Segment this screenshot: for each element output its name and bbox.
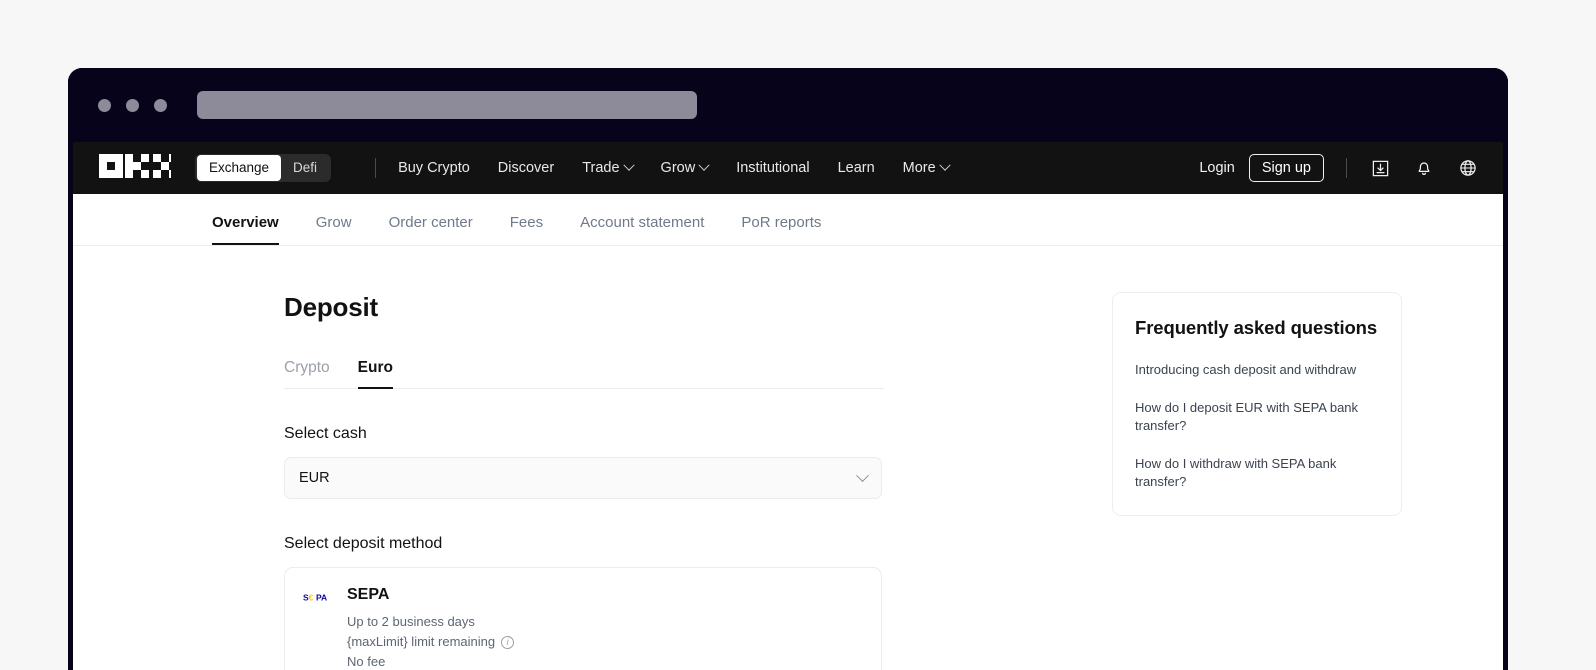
- currency-tabs: Crypto Euro: [284, 359, 884, 389]
- login-link[interactable]: Login: [1199, 160, 1234, 176]
- nav-link-more[interactable]: More: [902, 159, 951, 176]
- nav-link-label: More: [902, 160, 936, 176]
- tab-overview[interactable]: Overview: [212, 214, 279, 245]
- tab-grow[interactable]: Grow: [316, 214, 352, 245]
- faq-link-1[interactable]: Introducing cash deposit and withdraw: [1135, 361, 1379, 379]
- traffic-light-buttons: [98, 98, 167, 112]
- nav-link-label: Learn: [837, 160, 875, 176]
- okx-top-nav: Exchange Defi Buy Crypto Discover Trade: [73, 142, 1503, 194]
- nav-link-label: Trade: [582, 160, 620, 176]
- select-cash-value: EUR: [299, 470, 330, 486]
- toggle-defi[interactable]: Defi: [281, 155, 329, 181]
- faq-card: Frequently asked questions Introducing c…: [1112, 292, 1402, 516]
- deposit-method-duration: Up to 2 business days: [347, 612, 514, 632]
- nav-divider-right: [1346, 158, 1347, 178]
- browser-chrome-bar: [68, 68, 1508, 142]
- nav-link-label: Institutional: [736, 160, 810, 176]
- svg-text:€: €: [309, 593, 314, 603]
- deposit-method-limit: {maxLimit} limit remaining i: [347, 632, 515, 652]
- tab-account-statement[interactable]: Account statement: [580, 214, 704, 245]
- select-deposit-method-label: Select deposit method: [284, 535, 443, 552]
- currency-tab-euro[interactable]: Euro: [357, 359, 393, 389]
- chevron-down-icon: [698, 159, 710, 171]
- bell-icon[interactable]: [1413, 157, 1435, 179]
- nav-right-cluster: Login Sign up: [1199, 154, 1479, 182]
- page-body: Deposit Crypto Euro Select cash EUR Sele…: [73, 246, 1503, 670]
- chevron-down-icon: [939, 159, 951, 171]
- info-icon[interactable]: i: [501, 635, 515, 649]
- exchange-defi-toggle[interactable]: Exchange Defi: [195, 154, 332, 182]
- chevron-down-icon: [856, 468, 869, 482]
- nav-link-learn[interactable]: Learn: [838, 160, 875, 176]
- nav-links: Buy Crypto Discover Trade Grow Instituti…: [398, 159, 951, 176]
- nav-link-discover[interactable]: Discover: [498, 160, 554, 176]
- deposit-method-option-sepa[interactable]: S € PA SEPA Up to 2 business days {maxLi…: [284, 567, 882, 670]
- chevron-down-icon: [622, 159, 635, 171]
- faq-title: Frequently asked questions: [1135, 317, 1378, 338]
- select-cash-dropdown[interactable]: EUR: [284, 457, 882, 499]
- faq-link-2[interactable]: How do I deposit EUR with SEPA bank tran…: [1135, 399, 1379, 435]
- maximize-window-button[interactable]: [154, 98, 167, 112]
- sidebar-column: Frequently asked questions Introducing c…: [1112, 292, 1402, 670]
- screenshot-root: Exchange Defi Buy Crypto Discover Trade: [0, 0, 1596, 670]
- page-viewport: Exchange Defi Buy Crypto Discover Trade: [73, 142, 1503, 670]
- nav-divider-left: [375, 158, 377, 178]
- tab-order-center[interactable]: Order center: [389, 214, 473, 245]
- nav-link-institutional[interactable]: Institutional: [736, 160, 809, 176]
- faq-link-3[interactable]: How do I withdraw with SEPA bank transfe…: [1135, 455, 1379, 491]
- download-icon[interactable]: [1369, 157, 1391, 179]
- nav-link-trade[interactable]: Trade: [582, 159, 635, 176]
- tab-fees[interactable]: Fees: [510, 214, 543, 245]
- currency-tab-crypto[interactable]: Crypto: [284, 359, 330, 389]
- sepa-logo-icon: S € PA: [303, 591, 333, 605]
- browser-window: Exchange Defi Buy Crypto Discover Trade: [68, 68, 1508, 670]
- globe-icon[interactable]: [1457, 157, 1479, 179]
- nav-link-buy-crypto[interactable]: Buy Crypto: [398, 160, 470, 176]
- main-column: Deposit Crypto Euro Select cash EUR Sele…: [284, 292, 984, 670]
- deposit-method-name: SEPA: [347, 586, 390, 603]
- limit-text: {maxLimit} limit remaining: [347, 634, 496, 649]
- secondary-tab-bar: Overview Grow Order center Fees Account …: [73, 194, 1503, 246]
- deposit-method-fee: No fee: [347, 652, 514, 670]
- svg-text:PA: PA: [316, 593, 327, 603]
- nav-link-label: Buy Crypto: [398, 160, 470, 176]
- tab-por-reports[interactable]: PoR reports: [741, 214, 821, 245]
- minimize-window-button[interactable]: [126, 98, 139, 112]
- close-window-button[interactable]: [98, 98, 111, 112]
- nav-link-grow[interactable]: Grow: [660, 159, 710, 176]
- fee-text: No fee: [347, 654, 386, 669]
- nav-link-label: Discover: [497, 160, 555, 176]
- toggle-exchange[interactable]: Exchange: [197, 155, 282, 181]
- nav-link-label: Grow: [660, 160, 696, 176]
- signup-button[interactable]: Sign up: [1248, 154, 1324, 182]
- duration-text: Up to 2 business days: [347, 614, 475, 629]
- select-cash-label: Select cash: [284, 425, 367, 442]
- page-title: Deposit: [284, 292, 378, 322]
- url-bar[interactable]: [197, 91, 697, 119]
- deposit-method-details: SEPA Up to 2 business days {maxLimit} li…: [347, 586, 515, 670]
- okx-logo-icon[interactable]: [99, 153, 171, 183]
